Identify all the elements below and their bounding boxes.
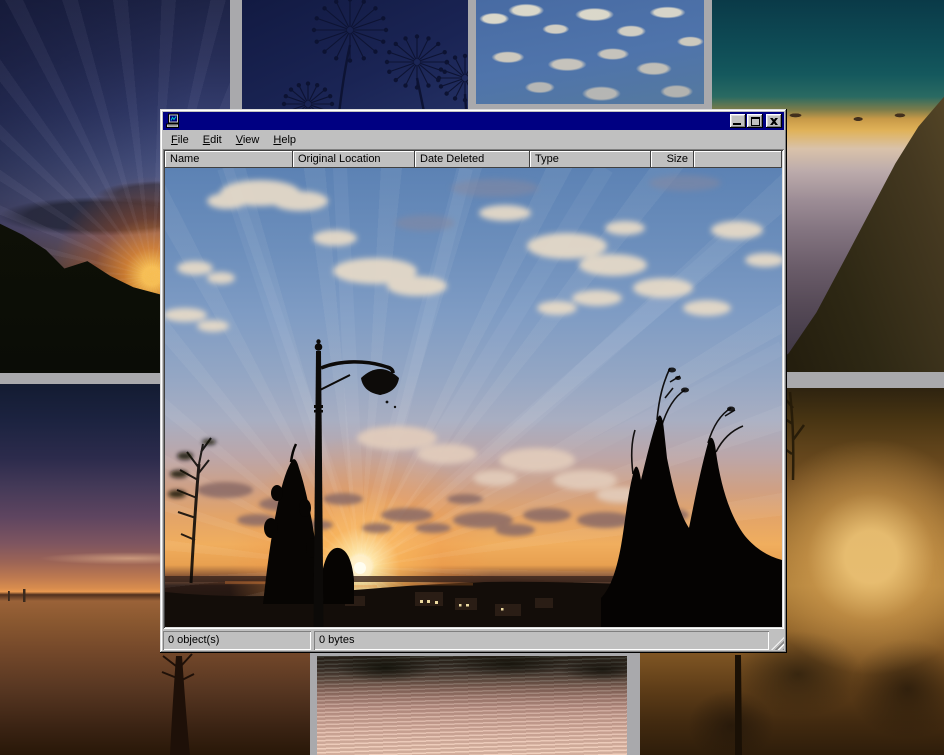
- column-header-date-deleted[interactable]: Date Deleted: [415, 151, 530, 168]
- computer-icon: [165, 113, 181, 129]
- status-object-count: 0 object(s): [163, 631, 311, 650]
- column-header-name[interactable]: Name: [165, 151, 293, 168]
- minimize-button[interactable]: [730, 114, 746, 128]
- maximize-icon: [751, 117, 760, 126]
- maximize-button[interactable]: [747, 114, 763, 128]
- file-list-view: Name Original Location Date Deleted Type…: [163, 149, 784, 629]
- minimize-icon: [733, 123, 741, 125]
- list-viewport-wallpaper-showthrough[interactable]: [165, 168, 782, 627]
- resize-grip-icon[interactable]: [771, 637, 784, 650]
- menu-file[interactable]: File: [164, 132, 196, 148]
- menu-view[interactable]: View: [229, 132, 267, 148]
- wallpaper-tile-altocumulus-sky: [476, 0, 704, 104]
- menu-bar: File Edit View Help: [163, 130, 784, 149]
- column-header-original-location[interactable]: Original Location: [293, 151, 415, 168]
- wallpaper-tile-water-reflection: [317, 656, 627, 755]
- menu-help[interactable]: Help: [266, 132, 303, 148]
- column-header-filler: [694, 151, 782, 168]
- sunset-lamppost-photo: [165, 168, 782, 627]
- menu-edit[interactable]: Edit: [196, 132, 229, 148]
- column-header-row: Name Original Location Date Deleted Type…: [165, 151, 782, 168]
- status-bar: 0 object(s) 0 bytes: [163, 631, 784, 650]
- titlebar[interactable]: [163, 112, 784, 130]
- status-byte-count: 0 bytes: [314, 631, 769, 650]
- column-header-size[interactable]: Size: [651, 151, 694, 168]
- close-icon: [770, 118, 778, 125]
- desktop: File Edit View Help Name Original Locati…: [0, 0, 944, 755]
- recycle-bin-window: File Edit View Help Name Original Locati…: [160, 109, 787, 653]
- column-header-type[interactable]: Type: [530, 151, 651, 168]
- close-button[interactable]: [766, 114, 782, 128]
